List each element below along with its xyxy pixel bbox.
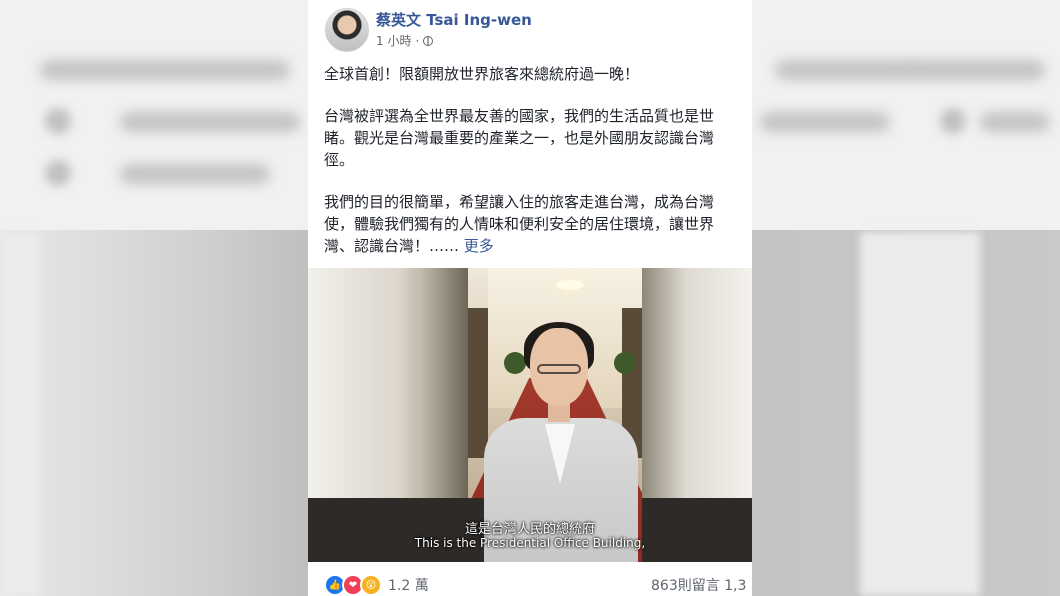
author-name[interactable]: 蔡英文 Tsai Ing-wen — [376, 9, 532, 30]
blurred-text-right-4 — [980, 112, 1050, 132]
post-text-line: 灣、認識台灣！…… — [324, 237, 460, 255]
subtitle-english: This is the Presidential Office Building… — [414, 536, 646, 550]
blurred-text-right-1 — [775, 60, 915, 80]
post-text-last-line: 灣、認識台灣！…… 更多 — [324, 235, 752, 257]
post-meta: 1 小時 · — [376, 32, 434, 49]
wow-icon: 😮 — [360, 574, 382, 596]
blurred-text-left-3 — [120, 164, 270, 184]
video-plant-right — [614, 352, 636, 374]
reactions-summary[interactable]: 👍 ❤ 😮 1.2 萬 — [324, 574, 429, 596]
video-plant-left — [504, 352, 526, 374]
video-lamp — [556, 280, 584, 290]
post-text-line: 全球首創！限額開放世界旅客來總統府過一晚！ — [324, 65, 640, 83]
blurred-pillar-right — [860, 232, 980, 596]
post-text-line: 使，體驗我們獨有的人情味和便利安全的居住環境，讓世界 — [324, 215, 715, 233]
post-text-line: 徑。 — [324, 151, 355, 169]
blurred-text-left-2 — [120, 112, 300, 132]
reaction-count: 1.2 萬 — [388, 578, 429, 594]
blurred-pillar-left — [0, 232, 40, 596]
comment-count-link[interactable]: 863則留言 — [651, 578, 720, 594]
blurred-dot-left-2 — [45, 160, 71, 186]
blurred-text-right-2 — [760, 112, 890, 132]
avatar[interactable] — [325, 8, 369, 52]
video-player[interactable]: 這是台灣人民的總統府 This is the Presidential Offi… — [308, 268, 752, 562]
see-more-link[interactable]: 更多 — [464, 237, 494, 255]
meta-separator: · — [415, 33, 420, 48]
share-count-link[interactable]: 1,3 — [724, 578, 746, 594]
subtitle-chinese: 這是台灣人民的總統府 — [464, 522, 595, 537]
globe-icon — [423, 35, 434, 46]
blurred-dot-right-1 — [940, 108, 966, 134]
post-text-line: 睹。觀光是台灣最重要的產業之一，也是外國朋友認識台灣 — [324, 129, 715, 147]
video-door-left — [468, 308, 488, 458]
post-text-line: 我們的目的很簡單，希望讓入住的旅客走進台灣，成為台灣 — [324, 193, 715, 211]
blurred-text-left-1 — [40, 60, 290, 80]
post-text-line: 台灣被評選為全世界最友善的國家，我們的生活品質也是世 — [324, 107, 715, 125]
post-card: 蔡英文 Tsai Ing-wen 1 小時 · 全球首創！限額開放世界旅客來總統… — [308, 0, 752, 596]
blurred-dot-left-1 — [45, 108, 71, 134]
blurred-text-right-3 — [905, 60, 1045, 80]
engagement-counts: 863則留言 1,3 — [651, 575, 746, 595]
post-time[interactable]: 1 小時 — [376, 32, 411, 49]
video-person-glasses — [537, 364, 581, 374]
